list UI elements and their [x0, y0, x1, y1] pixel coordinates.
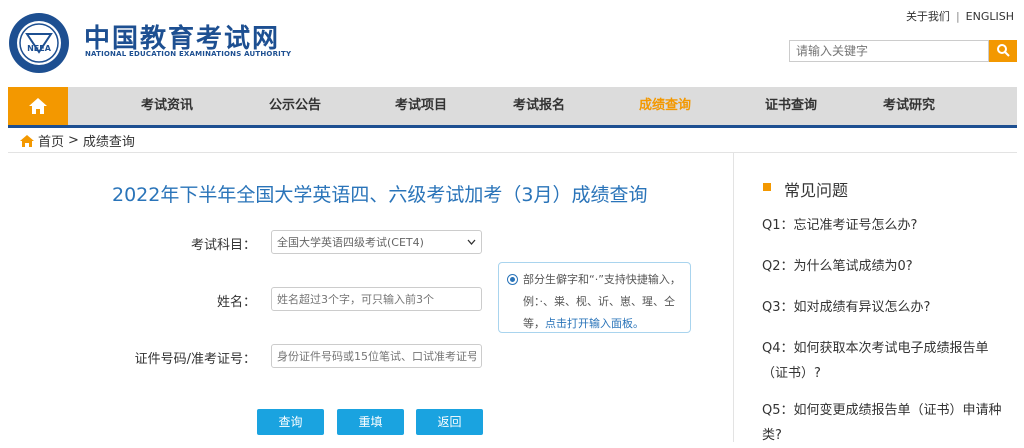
faq-bullet-icon — [763, 183, 771, 191]
id-number-input[interactable] — [271, 344, 482, 368]
tip-radio-icon — [507, 274, 518, 285]
nav-item-exam-research[interactable]: 考试研究 — [883, 87, 935, 125]
about-us-link[interactable]: 关于我们 — [906, 8, 950, 24]
page-title: 2022年下半年全国大学英语四、六级考试加考（3月）成绩查询 — [112, 184, 648, 206]
main-nav: 考试资讯 公示公告 考试项目 考试报名 成绩查询 证书查询 考试研究 — [8, 87, 1017, 128]
subject-select[interactable]: 全国大学英语四级考试(CET4) — [271, 230, 482, 254]
input-tip-box: 部分生僻字和“·”支持快捷输入，例：·、粜、枧、䜣、崽、瑆、仝等，点击打开输入面… — [498, 262, 691, 333]
query-button[interactable]: 查询 — [257, 409, 324, 435]
breadcrumb-divider — [8, 152, 1017, 153]
subject-selected-value: 全国大学英语四级考试(CET4) — [277, 236, 424, 249]
faq-item-2[interactable]: Q2：为什么笔试成绩为0? — [762, 254, 1007, 279]
faq-item-3[interactable]: Q3：如对成绩有异议怎么办? — [762, 295, 1007, 320]
english-link[interactable]: ENGLISH — [966, 10, 1014, 23]
top-links: 关于我们 | ENGLISH — [906, 8, 1014, 24]
nav-item-registration[interactable]: 考试报名 — [513, 87, 565, 125]
nav-item-exam-news[interactable]: 考试资讯 — [141, 87, 193, 125]
subject-label: 考试科目： — [190, 238, 256, 253]
back-button[interactable]: 返回 — [416, 409, 483, 435]
nav-item-exam-projects[interactable]: 考试项目 — [395, 87, 447, 125]
search-input[interactable] — [789, 40, 989, 62]
home-nav-button[interactable] — [8, 87, 68, 125]
name-input[interactable] — [271, 287, 482, 311]
neea-logo[interactable]: NEEA — [8, 12, 70, 74]
sidebar-divider — [733, 153, 734, 442]
faq-title: 常见问题 — [784, 181, 849, 200]
faq-item-1[interactable]: Q1：忘记准考证号怎么办? — [762, 213, 1007, 238]
breadcrumb: 首页 > 成绩查询 — [20, 131, 135, 150]
nav-item-certificate-query[interactable]: 证书查询 — [765, 87, 817, 125]
open-input-panel-link[interactable]: 点击打开输入面板。 — [545, 317, 644, 330]
chevron-down-icon — [467, 239, 476, 245]
faq-item-4[interactable]: Q4：如何获取本次考试电子成绩报告单（证书）? — [762, 336, 1007, 386]
breadcrumb-current: 成绩查询 — [82, 135, 135, 150]
nav-item-score-query[interactable]: 成绩查询 — [639, 87, 691, 125]
breadcrumb-home-link[interactable]: 首页 — [38, 131, 64, 150]
site-subtitle: NATIONAL EDUCATION EXAMINATIONS AUTHORIT… — [85, 50, 292, 58]
home-icon — [20, 134, 34, 147]
search-button[interactable] — [989, 40, 1017, 62]
breadcrumb-separator: > — [68, 133, 79, 148]
search-icon — [997, 43, 1010, 57]
name-label: 姓名： — [216, 295, 256, 310]
top-links-separator: | — [955, 10, 960, 23]
home-icon — [29, 98, 47, 114]
id-number-label: 证件号码/准考证号： — [134, 352, 256, 367]
reset-button[interactable]: 重填 — [337, 409, 404, 435]
nav-item-announcements[interactable]: 公示公告 — [269, 87, 321, 125]
faq-item-5[interactable]: Q5：如何变更成绩报告单（证书）申请种类? — [762, 398, 1007, 448]
logo-text: NEEA — [27, 44, 52, 53]
